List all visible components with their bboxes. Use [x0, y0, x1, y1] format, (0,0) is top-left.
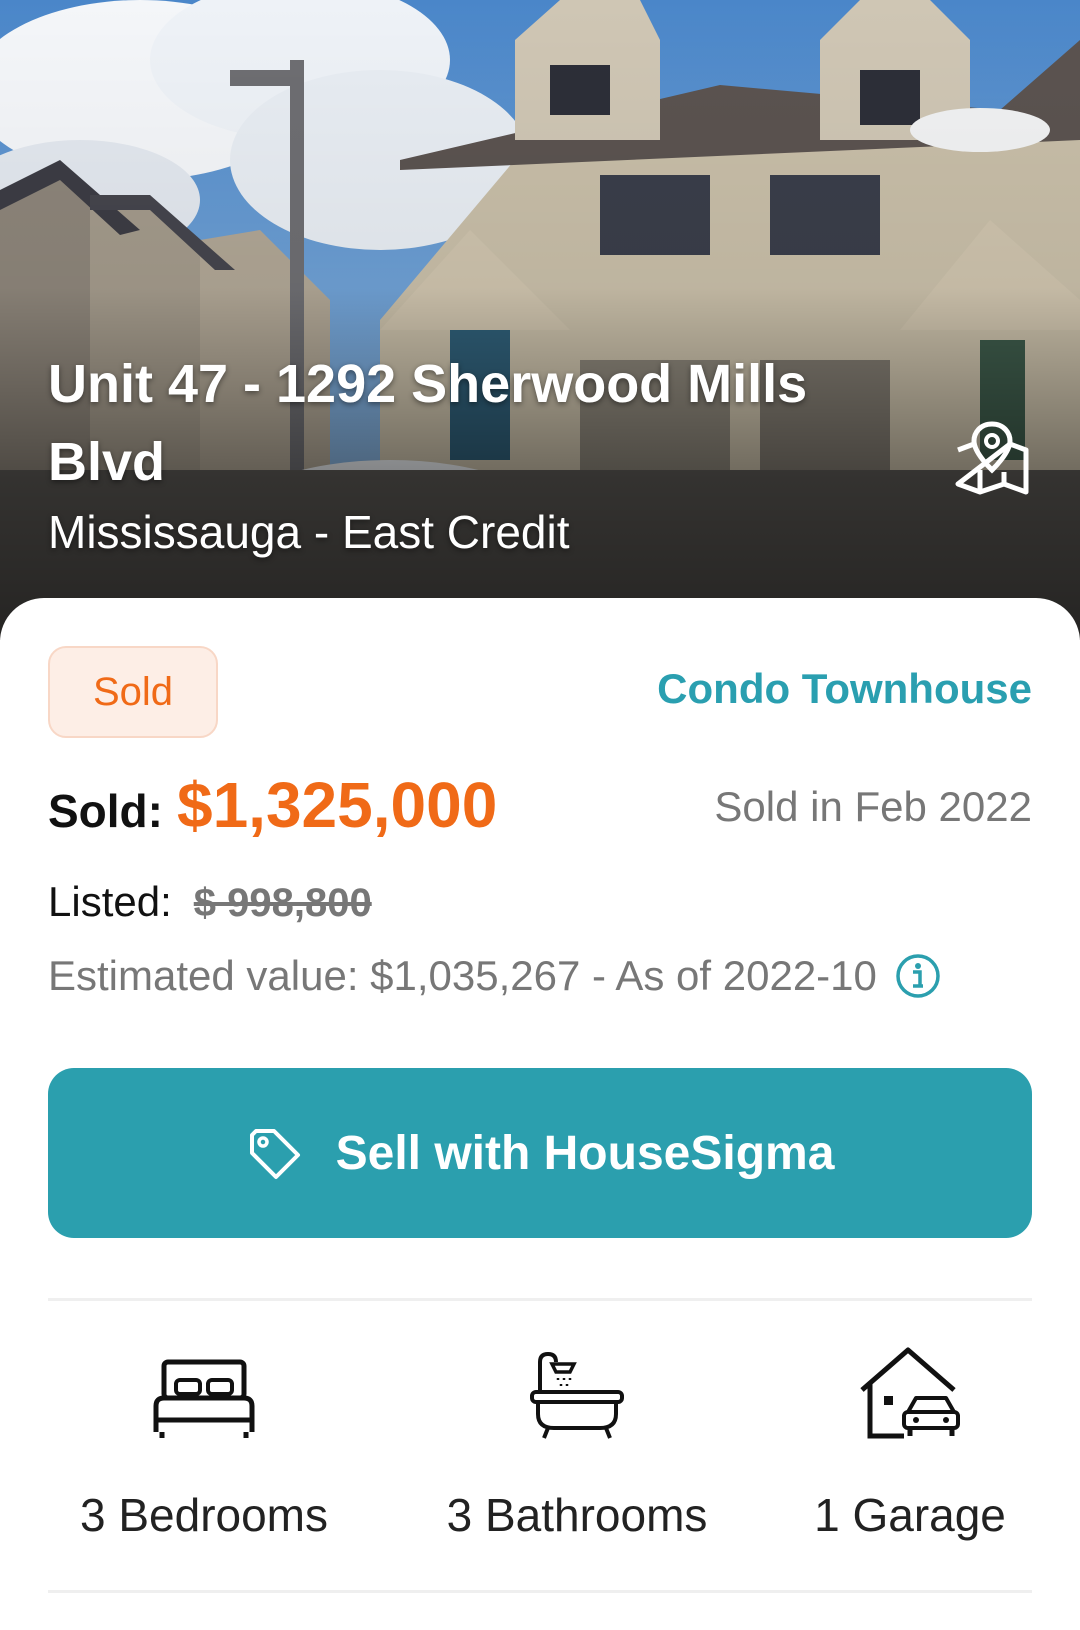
- garage-label: 1 Garage: [814, 1489, 1006, 1541]
- sell-with-housesigma-button[interactable]: Sell with HouseSigma: [48, 1068, 1032, 1238]
- sold-price: $1,325,000: [176, 769, 498, 841]
- listed-price: $ 998,800: [193, 881, 372, 925]
- sold-date: Sold in Feb 2022: [714, 783, 1032, 830]
- listing-address: Unit 47 - 1292 Sherwood Mills Blvd: [48, 354, 808, 492]
- divider: [48, 1590, 1032, 1593]
- estimated-value: Estimated value: $1,035,267 - As of 2022…: [48, 952, 877, 999]
- feature-bedrooms: 3 Bedrooms: [34, 1340, 374, 1542]
- feature-garage: 1 Garage: [740, 1340, 1080, 1542]
- divider: [48, 1298, 1032, 1301]
- bed-icon: [34, 1340, 374, 1440]
- bedrooms-label: 3 Bedrooms: [79, 1489, 328, 1541]
- map-pin-icon[interactable]: [952, 420, 1032, 498]
- sold-price-row: Sold: $1,325,000: [48, 768, 497, 842]
- info-icon[interactable]: [895, 953, 941, 999]
- listed-label: Listed:: [48, 878, 172, 925]
- status-badge: Sold: [48, 646, 218, 738]
- listed-price-row: Listed: $ 998,800: [48, 878, 372, 926]
- bathrooms-label: 3 Bathrooms: [446, 1489, 708, 1541]
- tag-icon: [246, 1125, 302, 1181]
- feature-bathrooms: 3 Bathrooms: [407, 1340, 747, 1542]
- property-type: Condo Townhouse: [657, 665, 1032, 712]
- listing-community: Mississauga - East Credit: [48, 506, 570, 558]
- listing-photo[interactable]: Unit 47 - 1292 Sherwood Mills Blvd Missi…: [0, 0, 1080, 640]
- sold-label: Sold:: [48, 785, 163, 837]
- garage-icon: [740, 1340, 1080, 1440]
- estimated-value-row: Estimated value: $1,035,267 - As of 2022…: [48, 952, 941, 1000]
- bathtub-icon: [407, 1340, 747, 1440]
- sell-button-label: Sell with HouseSigma: [335, 1126, 835, 1180]
